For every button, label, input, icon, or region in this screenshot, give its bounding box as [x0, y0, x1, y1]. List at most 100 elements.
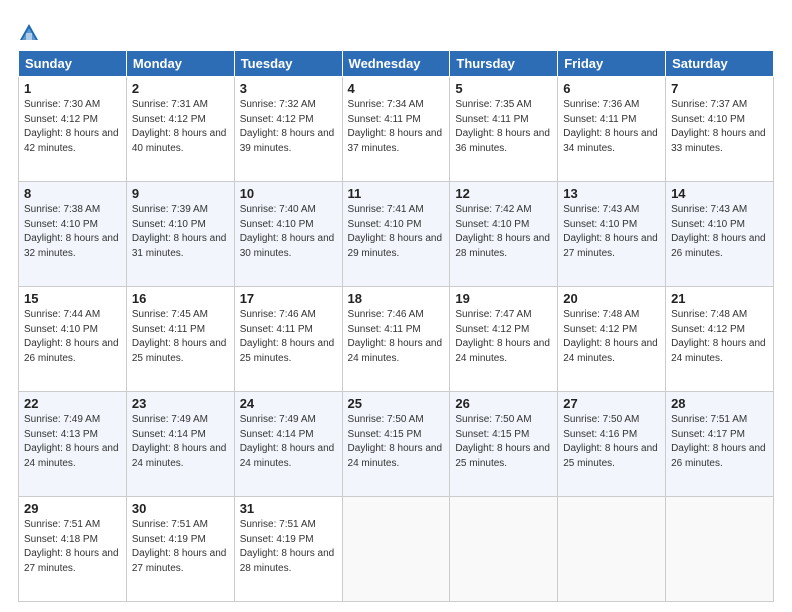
day-number: 20 — [563, 291, 660, 306]
day-cell: 26 Sunrise: 7:50 AMSunset: 4:15 PMDaylig… — [450, 392, 558, 497]
day-info: Sunrise: 7:49 AMSunset: 4:13 PMDaylight:… — [24, 414, 119, 469]
day-info: Sunrise: 7:50 AMSunset: 4:16 PMDaylight:… — [563, 414, 658, 469]
day-cell: 30 Sunrise: 7:51 AMSunset: 4:19 PMDaylig… — [126, 497, 234, 602]
day-number: 7 — [671, 81, 768, 96]
day-cell: 22 Sunrise: 7:49 AMSunset: 4:13 PMDaylig… — [19, 392, 127, 497]
day-number: 22 — [24, 396, 121, 411]
day-number: 3 — [240, 81, 337, 96]
header — [18, 18, 774, 44]
day-cell: 18 Sunrise: 7:46 AMSunset: 4:11 PMDaylig… — [342, 287, 450, 392]
day-number: 10 — [240, 186, 337, 201]
day-number: 15 — [24, 291, 121, 306]
day-cell: 31 Sunrise: 7:51 AMSunset: 4:19 PMDaylig… — [234, 497, 342, 602]
day-cell: 11 Sunrise: 7:41 AMSunset: 4:10 PMDaylig… — [342, 182, 450, 287]
weekday-wednesday: Wednesday — [342, 51, 450, 77]
day-cell: 9 Sunrise: 7:39 AMSunset: 4:10 PMDayligh… — [126, 182, 234, 287]
week-row-4: 22 Sunrise: 7:49 AMSunset: 4:13 PMDaylig… — [19, 392, 774, 497]
day-number: 9 — [132, 186, 229, 201]
weekday-tuesday: Tuesday — [234, 51, 342, 77]
day-cell: 8 Sunrise: 7:38 AMSunset: 4:10 PMDayligh… — [19, 182, 127, 287]
day-info: Sunrise: 7:37 AMSunset: 4:10 PMDaylight:… — [671, 99, 766, 154]
week-row-1: 1 Sunrise: 7:30 AMSunset: 4:12 PMDayligh… — [19, 77, 774, 182]
day-number: 2 — [132, 81, 229, 96]
day-number: 14 — [671, 186, 768, 201]
day-info: Sunrise: 7:46 AMSunset: 4:11 PMDaylight:… — [240, 309, 335, 364]
day-number: 25 — [348, 396, 445, 411]
day-cell: 23 Sunrise: 7:49 AMSunset: 4:14 PMDaylig… — [126, 392, 234, 497]
day-cell: 3 Sunrise: 7:32 AMSunset: 4:12 PMDayligh… — [234, 77, 342, 182]
day-cell — [666, 497, 774, 602]
day-info: Sunrise: 7:50 AMSunset: 4:15 PMDaylight:… — [348, 414, 443, 469]
day-cell: 19 Sunrise: 7:47 AMSunset: 4:12 PMDaylig… — [450, 287, 558, 392]
day-number: 27 — [563, 396, 660, 411]
day-number: 4 — [348, 81, 445, 96]
day-number: 30 — [132, 501, 229, 516]
day-info: Sunrise: 7:36 AMSunset: 4:11 PMDaylight:… — [563, 99, 658, 154]
day-info: Sunrise: 7:51 AMSunset: 4:17 PMDaylight:… — [671, 414, 766, 469]
day-cell: 16 Sunrise: 7:45 AMSunset: 4:11 PMDaylig… — [126, 287, 234, 392]
day-cell: 15 Sunrise: 7:44 AMSunset: 4:10 PMDaylig… — [19, 287, 127, 392]
day-cell: 21 Sunrise: 7:48 AMSunset: 4:12 PMDaylig… — [666, 287, 774, 392]
day-info: Sunrise: 7:43 AMSunset: 4:10 PMDaylight:… — [671, 204, 766, 259]
day-number: 18 — [348, 291, 445, 306]
weekday-saturday: Saturday — [666, 51, 774, 77]
day-info: Sunrise: 7:45 AMSunset: 4:11 PMDaylight:… — [132, 309, 227, 364]
day-cell: 20 Sunrise: 7:48 AMSunset: 4:12 PMDaylig… — [558, 287, 666, 392]
day-info: Sunrise: 7:43 AMSunset: 4:10 PMDaylight:… — [563, 204, 658, 259]
week-row-3: 15 Sunrise: 7:44 AMSunset: 4:10 PMDaylig… — [19, 287, 774, 392]
day-number: 8 — [24, 186, 121, 201]
day-cell: 17 Sunrise: 7:46 AMSunset: 4:11 PMDaylig… — [234, 287, 342, 392]
day-info: Sunrise: 7:48 AMSunset: 4:12 PMDaylight:… — [563, 309, 658, 364]
day-number: 29 — [24, 501, 121, 516]
day-cell: 1 Sunrise: 7:30 AMSunset: 4:12 PMDayligh… — [19, 77, 127, 182]
day-info: Sunrise: 7:49 AMSunset: 4:14 PMDaylight:… — [132, 414, 227, 469]
day-number: 28 — [671, 396, 768, 411]
day-cell: 24 Sunrise: 7:49 AMSunset: 4:14 PMDaylig… — [234, 392, 342, 497]
day-number: 19 — [455, 291, 552, 306]
day-info: Sunrise: 7:50 AMSunset: 4:15 PMDaylight:… — [455, 414, 550, 469]
day-number: 26 — [455, 396, 552, 411]
day-cell: 5 Sunrise: 7:35 AMSunset: 4:11 PMDayligh… — [450, 77, 558, 182]
day-number: 6 — [563, 81, 660, 96]
day-info: Sunrise: 7:49 AMSunset: 4:14 PMDaylight:… — [240, 414, 335, 469]
day-info: Sunrise: 7:35 AMSunset: 4:11 PMDaylight:… — [455, 99, 550, 154]
logo — [18, 22, 42, 44]
day-info: Sunrise: 7:30 AMSunset: 4:12 PMDaylight:… — [24, 99, 119, 154]
day-info: Sunrise: 7:40 AMSunset: 4:10 PMDaylight:… — [240, 204, 335, 259]
calendar-table: SundayMondayTuesdayWednesdayThursdayFrid… — [18, 50, 774, 602]
day-number: 31 — [240, 501, 337, 516]
day-cell: 29 Sunrise: 7:51 AMSunset: 4:18 PMDaylig… — [19, 497, 127, 602]
day-info: Sunrise: 7:31 AMSunset: 4:12 PMDaylight:… — [132, 99, 227, 154]
day-number: 5 — [455, 81, 552, 96]
day-cell: 7 Sunrise: 7:37 AMSunset: 4:10 PMDayligh… — [666, 77, 774, 182]
day-info: Sunrise: 7:39 AMSunset: 4:10 PMDaylight:… — [132, 204, 227, 259]
day-cell — [558, 497, 666, 602]
day-cell: 6 Sunrise: 7:36 AMSunset: 4:11 PMDayligh… — [558, 77, 666, 182]
day-info: Sunrise: 7:51 AMSunset: 4:18 PMDaylight:… — [24, 519, 119, 574]
weekday-monday: Monday — [126, 51, 234, 77]
day-info: Sunrise: 7:51 AMSunset: 4:19 PMDaylight:… — [132, 519, 227, 574]
day-cell: 28 Sunrise: 7:51 AMSunset: 4:17 PMDaylig… — [666, 392, 774, 497]
day-cell: 13 Sunrise: 7:43 AMSunset: 4:10 PMDaylig… — [558, 182, 666, 287]
day-cell — [450, 497, 558, 602]
weekday-friday: Friday — [558, 51, 666, 77]
day-info: Sunrise: 7:47 AMSunset: 4:12 PMDaylight:… — [455, 309, 550, 364]
week-row-2: 8 Sunrise: 7:38 AMSunset: 4:10 PMDayligh… — [19, 182, 774, 287]
day-cell: 4 Sunrise: 7:34 AMSunset: 4:11 PMDayligh… — [342, 77, 450, 182]
day-number: 24 — [240, 396, 337, 411]
day-cell — [342, 497, 450, 602]
day-number: 21 — [671, 291, 768, 306]
day-info: Sunrise: 7:42 AMSunset: 4:10 PMDaylight:… — [455, 204, 550, 259]
day-info: Sunrise: 7:44 AMSunset: 4:10 PMDaylight:… — [24, 309, 119, 364]
day-number: 12 — [455, 186, 552, 201]
weekday-thursday: Thursday — [450, 51, 558, 77]
day-cell: 27 Sunrise: 7:50 AMSunset: 4:16 PMDaylig… — [558, 392, 666, 497]
day-number: 13 — [563, 186, 660, 201]
day-info: Sunrise: 7:38 AMSunset: 4:10 PMDaylight:… — [24, 204, 119, 259]
week-row-5: 29 Sunrise: 7:51 AMSunset: 4:18 PMDaylig… — [19, 497, 774, 602]
day-cell: 2 Sunrise: 7:31 AMSunset: 4:12 PMDayligh… — [126, 77, 234, 182]
day-number: 11 — [348, 186, 445, 201]
day-number: 1 — [24, 81, 121, 96]
page: SundayMondayTuesdayWednesdayThursdayFrid… — [0, 0, 792, 612]
logo-icon — [18, 22, 40, 44]
